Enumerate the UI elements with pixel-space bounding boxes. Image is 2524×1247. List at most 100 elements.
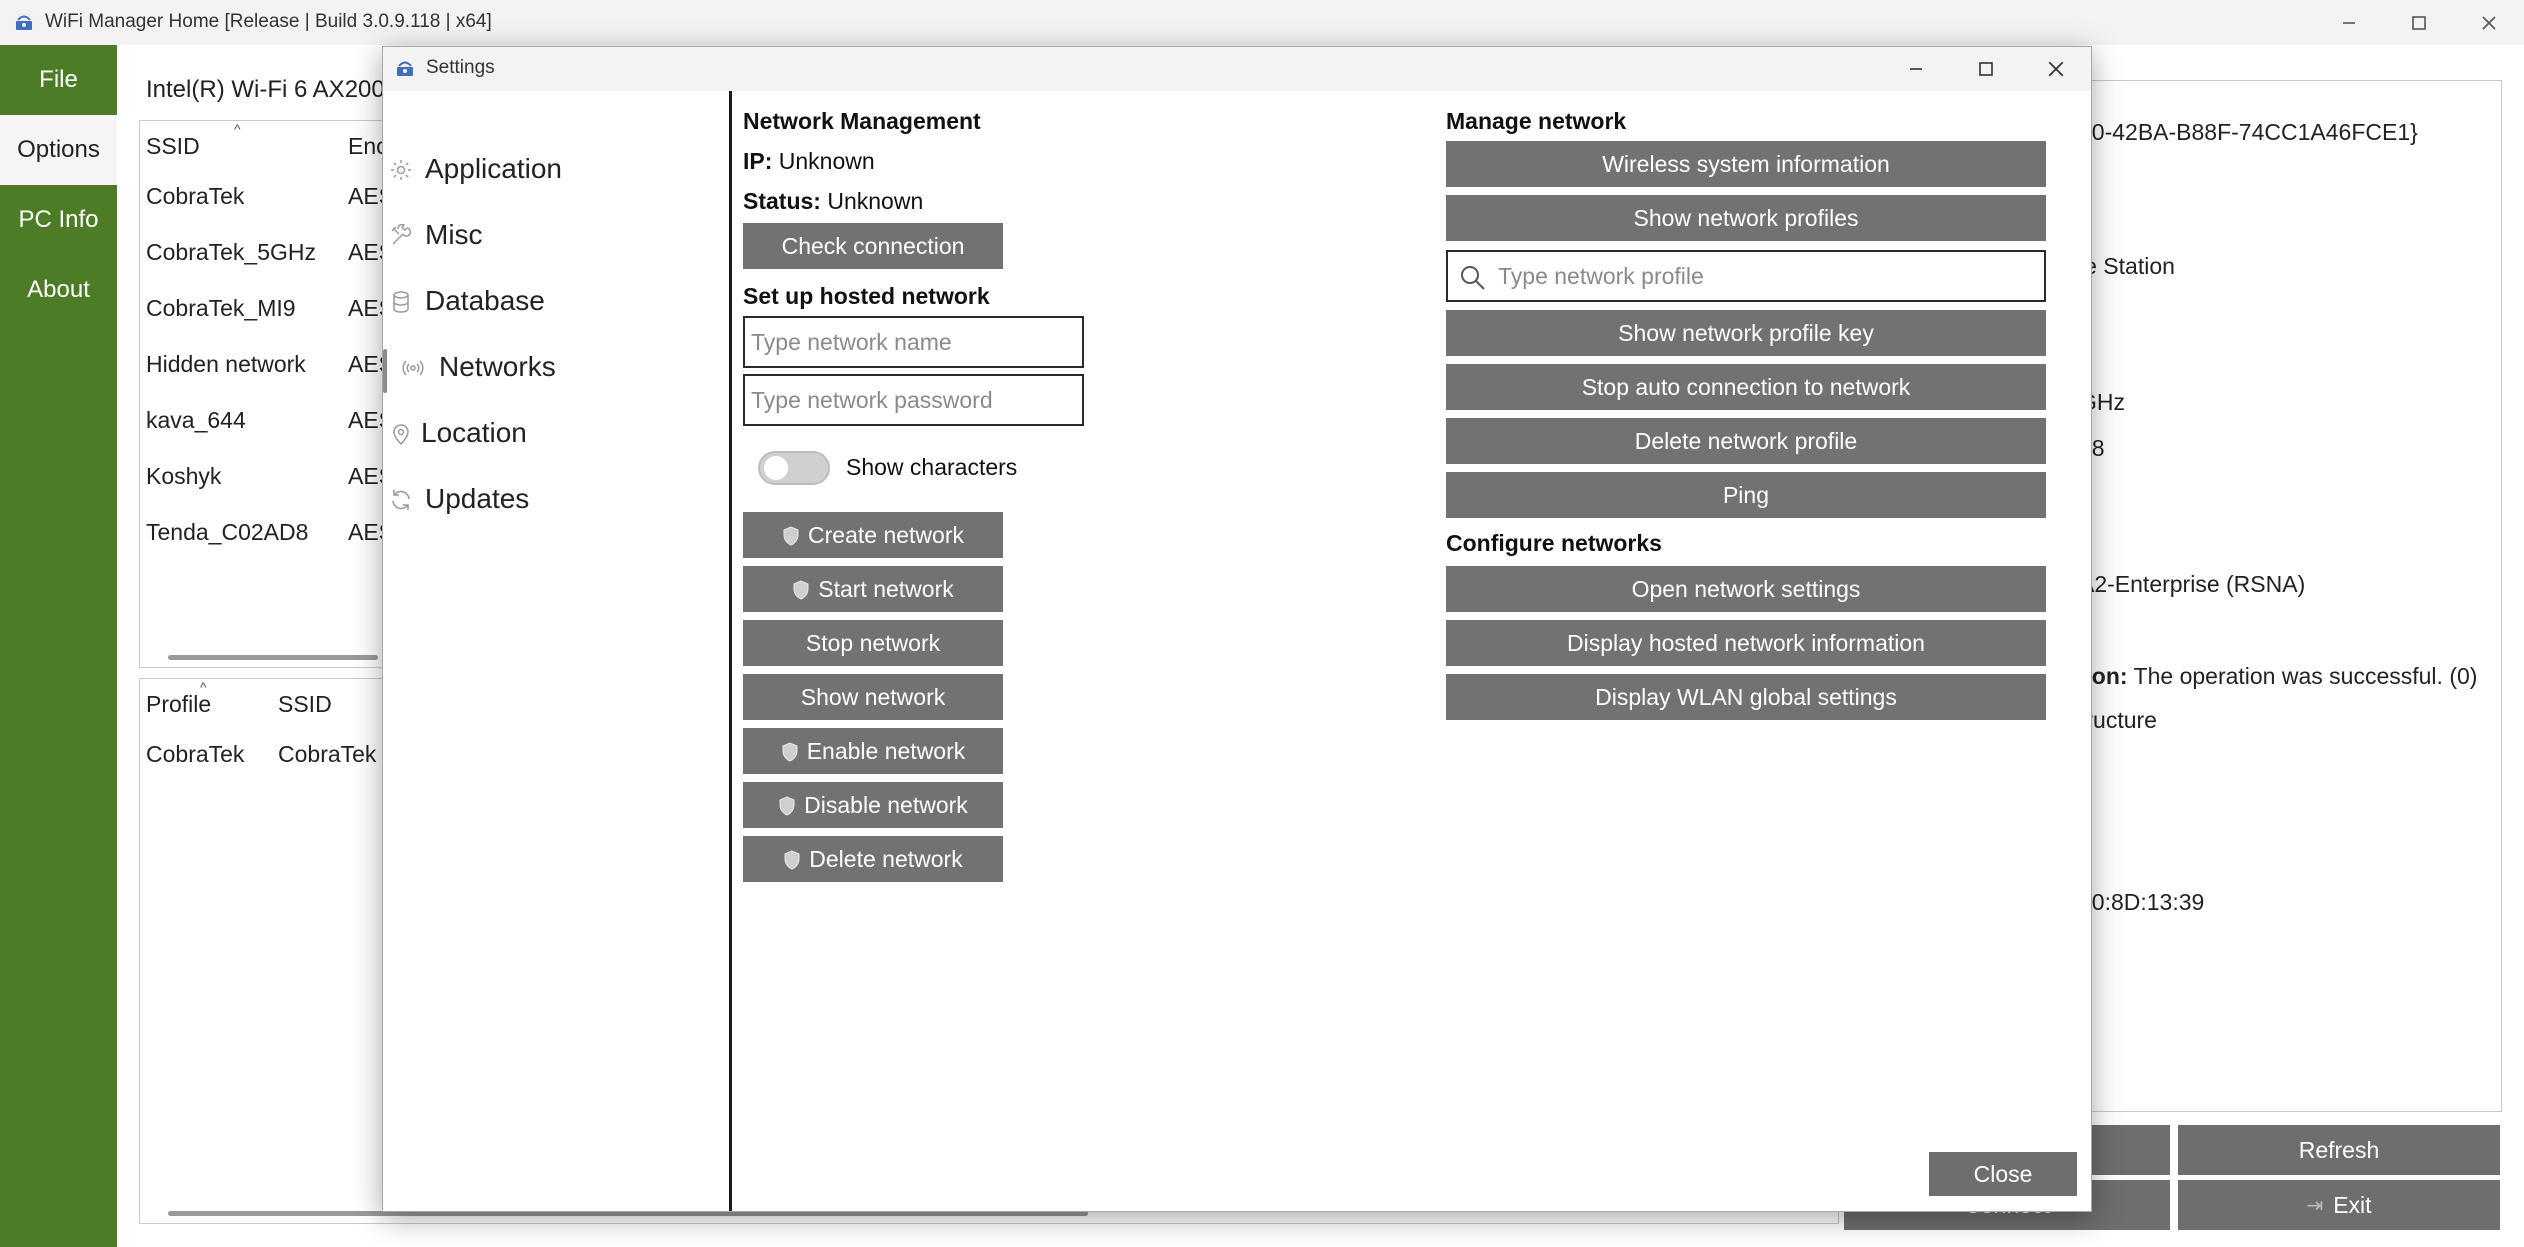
network-ssid-cell[interactable]: CobraTek_MI9 [146, 295, 296, 322]
category-networks[interactable]: Networks [383, 337, 729, 397]
button-label: Start network [818, 575, 954, 602]
grid-header-ssid[interactable]: SSID [146, 133, 200, 160]
network-password-input[interactable] [743, 374, 1084, 426]
networks-grid-scrollbar[interactable] [168, 655, 378, 660]
category-divider [729, 91, 732, 1211]
settings-category-list: Application Misc Database Networks Locat… [383, 91, 729, 1211]
minimize-icon [1910, 68, 1922, 70]
maximize-icon [2412, 15, 2426, 30]
nav-options[interactable]: Options [0, 115, 117, 185]
manage-network-heading: Manage network [1446, 108, 1627, 134]
network-profile-search[interactable] [1446, 250, 2046, 302]
settings-minimize-button[interactable] [1881, 47, 1951, 91]
maximize-icon [1979, 62, 1993, 76]
minimize-button[interactable] [2314, 0, 2384, 45]
enable-network-button[interactable]: Enable network [743, 728, 1003, 774]
network-ssid-cell[interactable]: CobraTek_5GHz [146, 239, 316, 266]
configure-networks-heading: Configure networks [1446, 530, 1662, 556]
toggle-knob [764, 456, 788, 480]
status-value: Unknown [827, 188, 924, 214]
button-label: Enable network [806, 737, 966, 764]
category-location[interactable]: Location [383, 403, 729, 463]
shield-icon [783, 849, 801, 870]
network-management-heading: Network Management [743, 108, 981, 134]
button-label: Disable network [804, 791, 968, 818]
profile-ssid-cell: CobraTek [278, 741, 377, 767]
nav-pc-info[interactable]: PC Info [0, 185, 117, 255]
info-line: A2-Enterprise (RSNA) [2079, 571, 2306, 597]
category-label: Application [425, 153, 562, 184]
shield-icon [792, 579, 810, 600]
close-icon [2482, 15, 2496, 30]
show-characters-toggle[interactable] [758, 451, 830, 485]
info-line: le Station [2079, 253, 2175, 279]
delete-network-profile-button[interactable]: Delete network profile [1446, 418, 2046, 464]
show-network-button[interactable]: Show network [743, 674, 1003, 720]
network-ssid-cell[interactable]: Hidden network [146, 351, 306, 378]
settings-app-icon [395, 58, 415, 78]
category-misc[interactable]: Misc [383, 205, 729, 265]
nav-about[interactable]: About [0, 255, 117, 325]
wifi-manager-app-icon [14, 12, 34, 32]
maximize-button[interactable] [2384, 0, 2454, 45]
delete-network-button[interactable]: Delete network [743, 836, 1003, 882]
shield-icon [782, 525, 800, 546]
refresh-button[interactable]: Refresh [2178, 1125, 2500, 1175]
wireless-system-info-button[interactable]: Wireless system information [1446, 141, 2046, 187]
exit-button[interactable]: ⇥ Exit [2178, 1180, 2500, 1230]
search-icon [1458, 263, 1486, 291]
ip-label: IP: [743, 148, 773, 174]
check-connection-button[interactable]: Check connection [743, 223, 1003, 269]
adapter-selector[interactable]: Intel(R) Wi-Fi 6 AX200 [146, 76, 385, 104]
stop-auto-connection-button[interactable]: Stop auto connection to network [1446, 364, 2046, 410]
gear-icon [389, 157, 413, 181]
network-name-input[interactable] [743, 316, 1084, 368]
info-line-reason: son: The operation was successful. (0) [2079, 663, 2477, 690]
main-window-title: WiFi Manager Home [Release | Build 3.0.9… [45, 11, 492, 32]
grid-header-ssid[interactable]: SSID [278, 691, 332, 718]
network-ssid-cell[interactable]: Tenda_C02AD8 [146, 519, 308, 546]
close-icon [2048, 61, 2064, 77]
ip-row: IP: Unknown [743, 148, 875, 175]
settings-dialog: Settings Application Misc Database Netwo… [382, 46, 2092, 1212]
category-label: Location [421, 417, 527, 448]
button-label: Delete network [809, 845, 963, 872]
exit-label: Exit [2333, 1191, 2372, 1218]
show-profile-key-button[interactable]: Show network profile key [1446, 310, 2046, 356]
exit-icon: ⇥ [2306, 1194, 2324, 1217]
display-wlan-settings-button[interactable]: Display WLAN global settings [1446, 674, 2046, 720]
hosted-network-heading: Set up hosted network [743, 283, 990, 309]
info-line: 20:8D:13:39 [2079, 889, 2205, 915]
minimize-icon [2343, 21, 2355, 24]
info-line-reason-value: The operation was successful. (0) [2133, 663, 2478, 689]
main-close-button[interactable] [2454, 0, 2524, 45]
display-hosted-network-info-button[interactable]: Display hosted network information [1446, 620, 2046, 666]
refresh-icon [389, 487, 413, 511]
category-database[interactable]: Database [383, 271, 729, 331]
settings-close-x-button[interactable] [2021, 47, 2091, 91]
open-network-settings-button[interactable]: Open network settings [1446, 566, 2046, 612]
grid-header-profile[interactable]: Profile [146, 691, 211, 718]
profile-name-cell[interactable]: CobraTek [146, 741, 244, 768]
start-network-button[interactable]: Start network [743, 566, 1003, 612]
settings-maximize-button[interactable] [1951, 47, 2021, 91]
status-label: Status: [743, 188, 821, 214]
settings-close-button[interactable]: Close [1929, 1152, 2077, 1196]
stop-network-button[interactable]: Stop network [743, 620, 1003, 666]
tools-icon [389, 223, 413, 247]
network-ssid-cell[interactable]: CobraTek [146, 183, 244, 210]
category-label: Networks [439, 351, 556, 382]
show-network-profiles-button[interactable]: Show network profiles [1446, 195, 2046, 241]
main-titlebar: WiFi Manager Home [Release | Build 3.0.9… [0, 0, 2524, 45]
ip-value: Unknown [778, 148, 875, 174]
network-ssid-cell[interactable]: kava_644 [146, 407, 246, 434]
category-updates[interactable]: Updates [383, 469, 729, 529]
network-ssid-cell[interactable]: Koshyk [146, 463, 221, 490]
network-profile-input[interactable] [1498, 252, 2038, 300]
nav-file[interactable]: File [0, 45, 117, 115]
ping-button[interactable]: Ping [1446, 472, 2046, 518]
category-label: Updates [425, 483, 530, 514]
category-application[interactable]: Application [383, 139, 729, 199]
create-network-button[interactable]: Create network [743, 512, 1003, 558]
disable-network-button[interactable]: Disable network [743, 782, 1003, 828]
